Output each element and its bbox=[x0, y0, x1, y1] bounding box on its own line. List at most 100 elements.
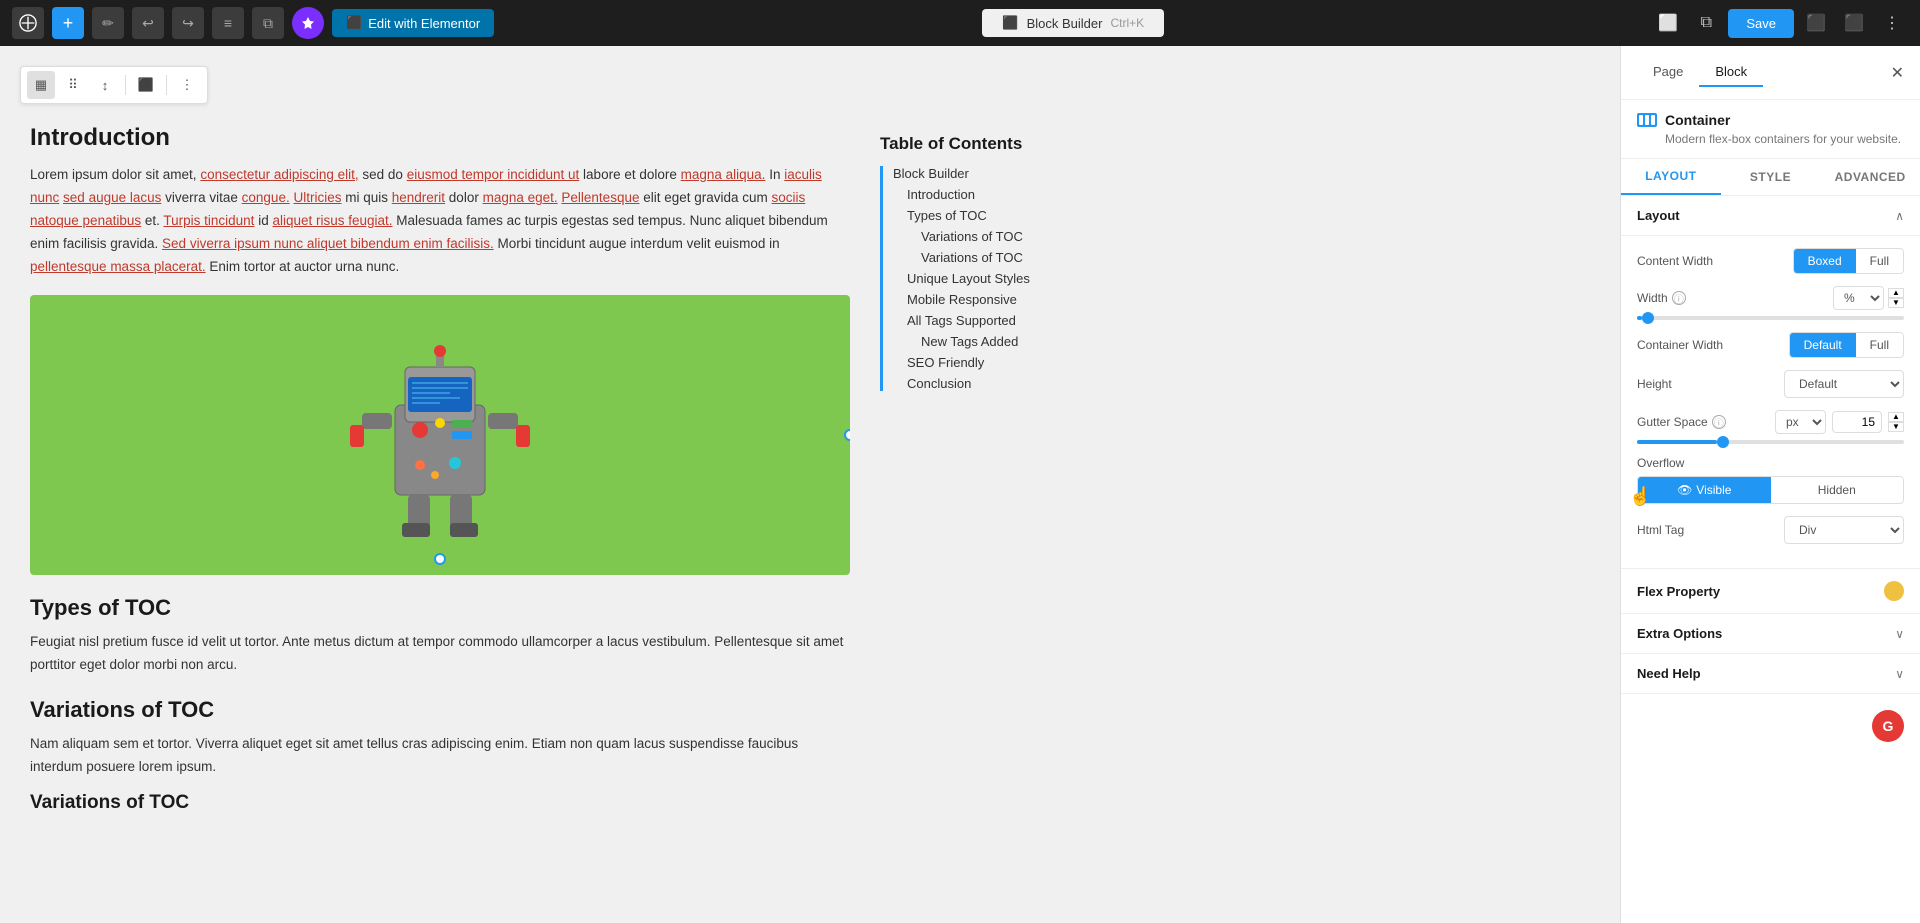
content-width-row: Content Width Boxed Full bbox=[1637, 248, 1904, 274]
gutter-slider bbox=[1637, 440, 1904, 444]
extra-options-header[interactable]: Extra Options ∨ bbox=[1621, 614, 1920, 654]
link-pellentesque2[interactable]: pellentesque massa placerat. bbox=[30, 259, 206, 274]
toc-item-introduction[interactable]: Introduction bbox=[893, 187, 1120, 202]
container-icon bbox=[1637, 113, 1657, 127]
flex-property-indicator bbox=[1884, 581, 1904, 601]
monitor-icon-button[interactable]: ⬜ bbox=[1652, 7, 1684, 39]
link-eiusmod[interactable]: eiusmod tempor incididunt ut bbox=[407, 167, 580, 182]
toc-item-newtags[interactable]: New Tags Added bbox=[893, 334, 1120, 349]
gutter-input-row: px%em ▲ ▼ bbox=[1775, 410, 1904, 434]
user-avatar[interactable]: G bbox=[1872, 710, 1904, 742]
width-unit-select[interactable]: %pxem bbox=[1833, 286, 1884, 310]
link-consectetur[interactable]: consectetur adipiscing elit, bbox=[200, 167, 358, 182]
toc-item-unique[interactable]: Unique Layout Styles bbox=[893, 271, 1120, 286]
edit-button[interactable]: ✏ bbox=[92, 7, 124, 39]
section2-heading: Types of TOC bbox=[30, 595, 850, 621]
link-ultricies[interactable]: Ultricies bbox=[293, 190, 341, 205]
resize-handle-bottom[interactable] bbox=[434, 553, 446, 565]
full-button[interactable]: Full bbox=[1856, 249, 1903, 273]
layout-tab[interactable]: LAYOUT bbox=[1621, 159, 1721, 195]
edit-with-elementor-button[interactable]: ⬛ Edit with Elementor bbox=[332, 9, 494, 37]
more-options-button[interactable]: ⋮ bbox=[1876, 7, 1908, 39]
width-up-button[interactable]: ▲ bbox=[1888, 288, 1904, 298]
add-block-button[interactable]: + bbox=[52, 7, 84, 39]
html-tag-select[interactable]: Div Section Article Header Footer bbox=[1784, 516, 1904, 544]
toc-item-conclusion[interactable]: Conclusion bbox=[893, 376, 1120, 391]
link-aliquet[interactable]: aliquet risus feugiat. bbox=[272, 213, 392, 228]
section4-heading: Variations of TOC bbox=[30, 792, 850, 814]
toc-item-blockbuilder[interactable]: Block Builder bbox=[893, 166, 1120, 181]
block-more-button[interactable]: ⋮ bbox=[173, 71, 201, 99]
undo-button[interactable]: ↩ bbox=[132, 7, 164, 39]
block-align-button[interactable]: ⬛ bbox=[132, 71, 160, 99]
height-select[interactable]: Default Fit to Screen Min Height bbox=[1784, 370, 1904, 398]
right-panel: Page Block ✕ Container Modern flex-box c… bbox=[1620, 46, 1920, 923]
full2-button[interactable]: Full bbox=[1856, 333, 1903, 357]
toc-item-variations1[interactable]: Variations of TOC bbox=[893, 229, 1120, 244]
panel-toggle-button[interactable]: ⬛ bbox=[1838, 7, 1870, 39]
block-style-button[interactable]: ▦ bbox=[27, 71, 55, 99]
wordpress-logo[interactable] bbox=[12, 7, 44, 39]
need-help-header[interactable]: Need Help ∨ bbox=[1621, 654, 1920, 694]
toc-box: Table of Contents Block Builder Introduc… bbox=[880, 124, 1120, 822]
gutter-down-button[interactable]: ▼ bbox=[1888, 422, 1904, 432]
height-label: Height bbox=[1637, 377, 1672, 391]
topbar-center: ⬛ Block Builder Ctrl+K bbox=[502, 9, 1644, 37]
overflow-label-row: Overflow bbox=[1637, 456, 1904, 470]
width-thumb[interactable] bbox=[1642, 312, 1654, 324]
link-sed[interactable]: sed augue lacus bbox=[63, 190, 161, 205]
responsive-toggle-button[interactable]: ⬛ bbox=[1800, 7, 1832, 39]
width-stepper[interactable]: ▲ ▼ bbox=[1888, 288, 1904, 308]
container-width-label: Container Width bbox=[1637, 338, 1723, 352]
block-move-button[interactable]: ⠿ bbox=[59, 71, 87, 99]
redo-button[interactable]: ↪ bbox=[172, 7, 204, 39]
gutter-unit-select[interactable]: px%em bbox=[1775, 410, 1826, 434]
link-pellentesque[interactable]: Pellentesque bbox=[561, 190, 639, 205]
resize-handle-right[interactable] bbox=[844, 429, 850, 441]
layout-section-header[interactable]: Layout ∧ bbox=[1621, 196, 1920, 236]
link-magna[interactable]: magna aliqua. bbox=[681, 167, 766, 182]
toc-item-seo[interactable]: SEO Friendly bbox=[893, 355, 1120, 370]
gutter-stepper[interactable]: ▲ ▼ bbox=[1888, 412, 1904, 432]
copy-button[interactable]: ⧉ bbox=[252, 7, 284, 39]
article-content: Introduction Lorem ipsum dolor sit amet,… bbox=[30, 124, 850, 822]
link-hendrerit[interactable]: hendrerit bbox=[392, 190, 445, 205]
toc-item-mobile[interactable]: Mobile Responsive bbox=[893, 292, 1120, 307]
gutter-thumb[interactable] bbox=[1717, 436, 1729, 448]
block-tab[interactable]: Block bbox=[1699, 58, 1763, 87]
toc-item-tags[interactable]: All Tags Supported bbox=[893, 313, 1120, 328]
width-info-icon[interactable]: ⓘ bbox=[1672, 291, 1686, 305]
close-panel-button[interactable]: ✕ bbox=[1891, 63, 1904, 83]
html-tag-row: Html Tag Div Section Article Header Foot… bbox=[1637, 516, 1904, 544]
width-slider-row: Width ⓘ %pxem ▲ ▼ bbox=[1637, 286, 1904, 320]
link-magna2[interactable]: magna eget. bbox=[483, 190, 558, 205]
advanced-tab[interactable]: ADVANCED bbox=[1820, 159, 1920, 195]
visible-button[interactable]: 👁 Visible bbox=[1638, 477, 1771, 503]
bottom-actions: G bbox=[1621, 694, 1920, 758]
list-view-button[interactable]: ≡ bbox=[212, 7, 244, 39]
boxed-button[interactable]: Boxed bbox=[1794, 249, 1856, 273]
external-link-button[interactable]: ⧉ bbox=[1690, 7, 1722, 39]
width-down-button[interactable]: ▼ bbox=[1888, 298, 1904, 308]
link-turpis[interactable]: Turpis tincidunt bbox=[163, 213, 254, 228]
link-sed2[interactable]: Sed viverra ipsum nunc aliquet bibendum … bbox=[162, 236, 494, 251]
article-intro-text: Lorem ipsum dolor sit amet, consectetur … bbox=[30, 164, 850, 279]
hidden-button[interactable]: Hidden bbox=[1771, 477, 1904, 503]
extra-options-label: Extra Options bbox=[1637, 626, 1722, 641]
save-button[interactable]: Save bbox=[1728, 9, 1794, 38]
gutter-fill bbox=[1637, 440, 1717, 444]
default-button[interactable]: Default bbox=[1790, 333, 1856, 357]
gutter-input[interactable] bbox=[1832, 411, 1882, 433]
purple-logo-button[interactable] bbox=[292, 7, 324, 39]
toolbar-divider2 bbox=[166, 75, 167, 95]
gutter-info-icon[interactable]: ⓘ bbox=[1712, 415, 1726, 429]
block-resize-button[interactable]: ↕ bbox=[91, 71, 119, 99]
toc-item-types[interactable]: Types of TOC bbox=[893, 208, 1120, 223]
style-tab[interactable]: STYLE bbox=[1721, 159, 1821, 195]
flex-property-header[interactable]: Flex Property bbox=[1621, 569, 1920, 613]
page-tab[interactable]: Page bbox=[1637, 58, 1699, 87]
gutter-up-button[interactable]: ▲ bbox=[1888, 412, 1904, 422]
container-desc: Modern flex-box containers for your webs… bbox=[1665, 132, 1904, 146]
toc-item-variations2[interactable]: Variations of TOC bbox=[893, 250, 1120, 265]
link-congue[interactable]: congue. bbox=[242, 190, 290, 205]
